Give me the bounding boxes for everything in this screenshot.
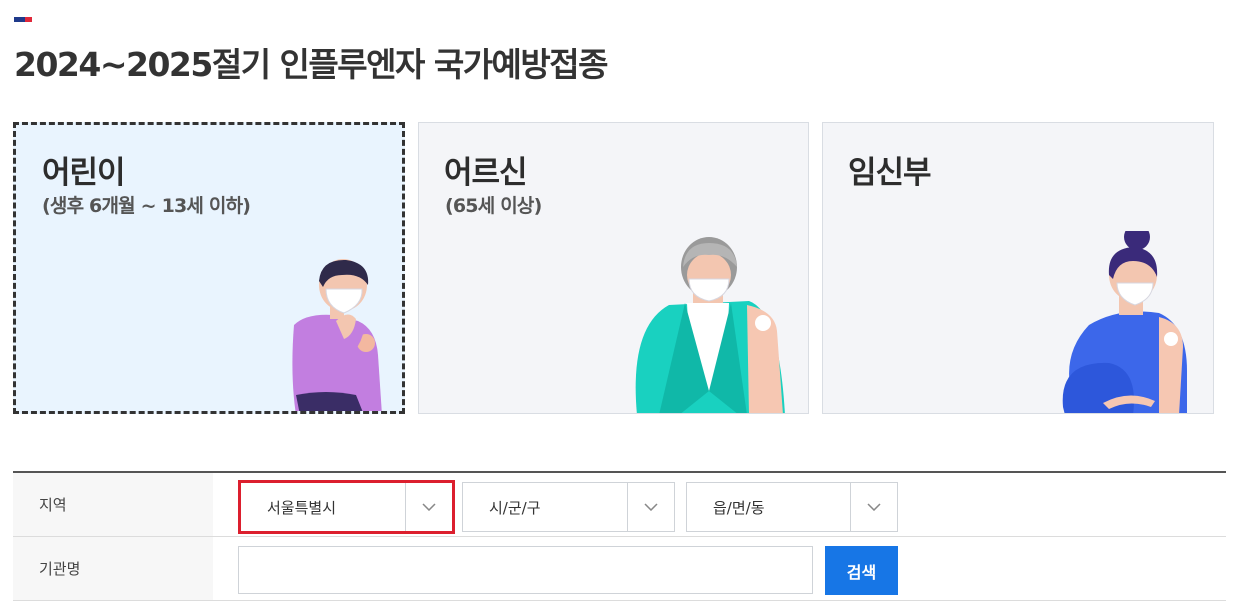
sigungu-select[interactable]: 시/군/구 [462,482,675,532]
target-card-elderly[interactable]: 어르신 (65세 이상) [418,122,809,414]
org-name-label: 기관명 [13,537,213,600]
org-name-input[interactable] [238,546,813,594]
chevron-down-icon [627,483,674,531]
sigungu-selected-value: 시/군/구 [489,498,541,517]
region-label: 지역 [13,473,213,536]
pregnant-vaccination-illustration [1062,231,1187,413]
card-subtitle: (65세 이상) [445,195,542,217]
card-title: 어르신 [444,155,528,191]
elderly-vaccination-illustration [635,237,785,413]
target-card-pregnant[interactable]: 임신부 [822,122,1214,414]
region-row: 지역 서울특별시 시/군/구 읍/면/동 [13,473,1226,537]
card-title: 어린이 [42,155,126,191]
search-button[interactable]: 검색 [825,546,898,595]
eupmyeondong-select[interactable]: 읍/면/동 [686,482,898,532]
search-form: 지역 서울특별시 시/군/구 읍/면/동 기관명 검색 [13,471,1226,601]
eupmyeondong-selected-value: 읍/면/동 [713,498,765,517]
child-vaccination-illustration [292,259,382,411]
chevron-down-icon [850,483,897,531]
title-accent-bar [14,17,32,22]
org-row: 기관명 검색 [13,537,1226,601]
card-title: 임신부 [848,155,932,191]
chevron-down-icon [405,483,452,531]
sido-select[interactable]: 서울특별시 [238,480,455,534]
target-card-children[interactable]: 어린이 (생후 6개월 ~ 13세 이하) [13,122,405,414]
sido-selected-value: 서울특별시 [267,498,337,517]
card-subtitle: (생후 6개월 ~ 13세 이하) [42,195,251,217]
page-title: 2024~2025절기 인플루엔자 국가예방접종 [14,45,609,84]
